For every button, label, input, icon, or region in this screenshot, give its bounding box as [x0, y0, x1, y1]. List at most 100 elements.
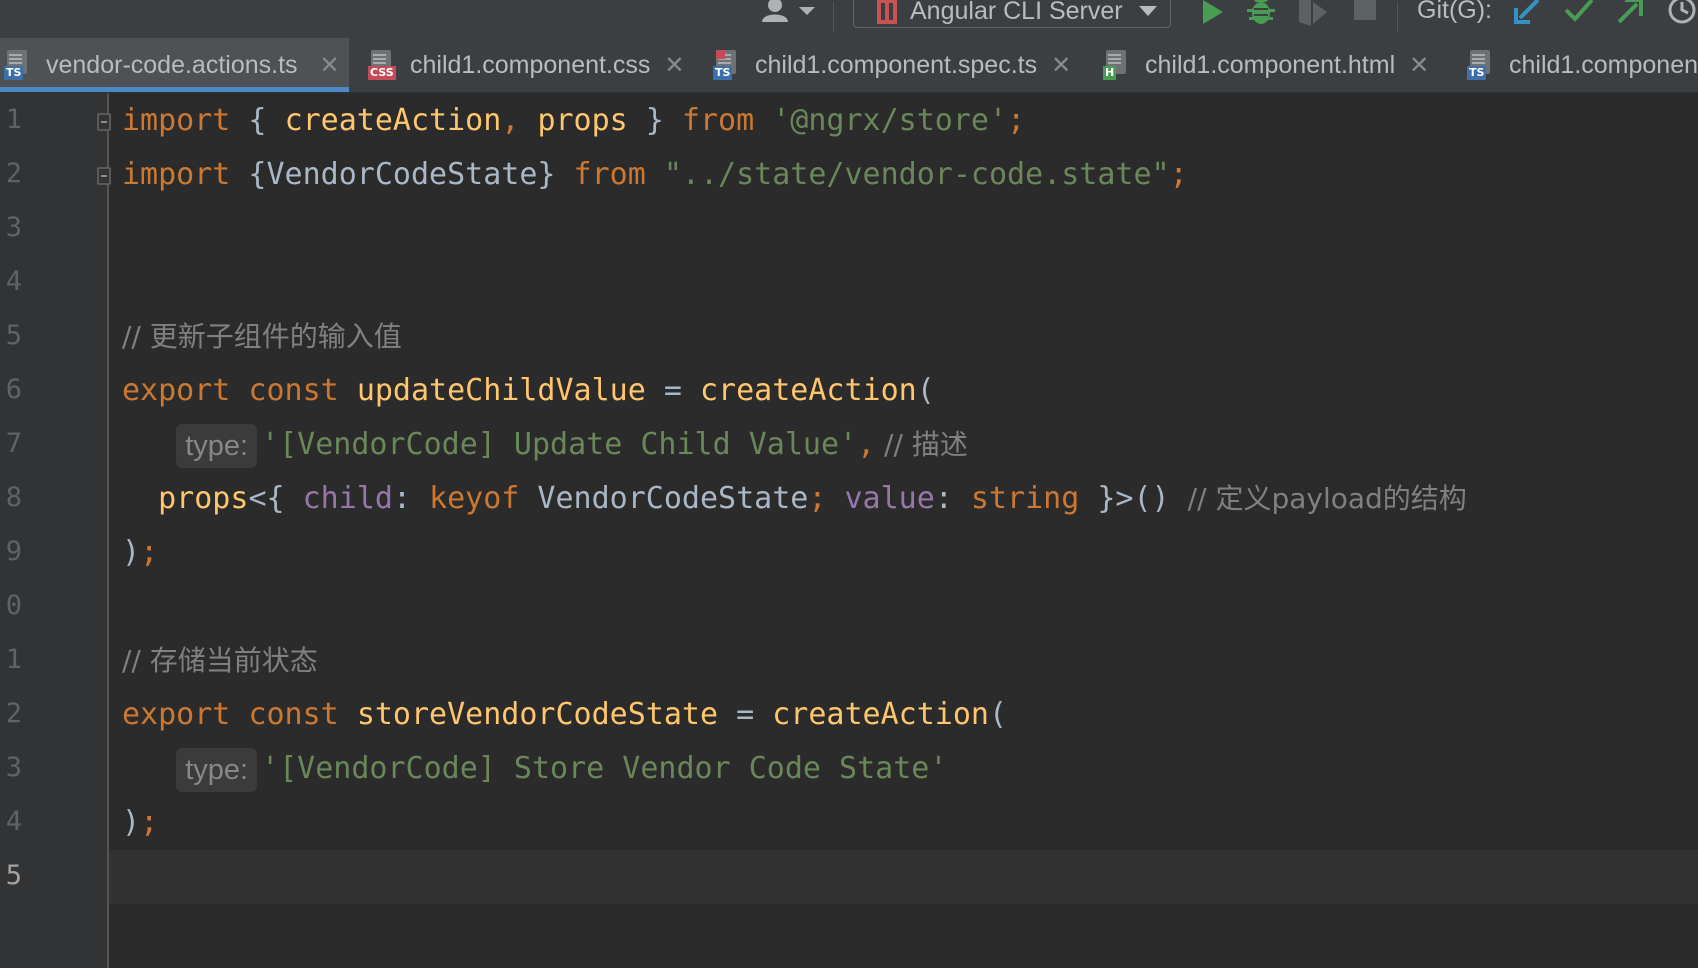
history-icon[interactable] [1666, 0, 1698, 26]
line-number: 3 [5, 212, 22, 243]
toolbar-separator [833, 2, 834, 32]
identifier: createAction [284, 103, 502, 138]
punctuation: ; [1007, 103, 1026, 138]
run-icon[interactable] [1200, 0, 1226, 26]
close-icon[interactable]: ✕ [1051, 51, 1071, 80]
line-number-current: 5 [5, 860, 22, 891]
git-label: Git(G): [1417, 0, 1492, 24]
keyword: import [122, 103, 231, 138]
close-icon[interactable]: ✕ [1409, 51, 1429, 80]
line-number: 9 [5, 536, 22, 567]
code-line-11[interactable]: // 存储当前状态 [122, 634, 318, 688]
identifier: updateChildValue [356, 373, 646, 408]
line-number: 8 [5, 482, 22, 513]
line-number: 3 [5, 752, 22, 783]
code-line-12[interactable]: export const storeVendorCodeState = crea… [122, 688, 1007, 742]
run-config-label: Angular CLI Server [910, 0, 1123, 25]
git-update-icon[interactable] [1514, 0, 1542, 24]
string-literal: '[VendorCode] Store Vendor Code State' [261, 751, 948, 786]
code-line-14[interactable]: ); [122, 796, 158, 850]
punctuation: ; [140, 535, 159, 570]
code-text: ) [122, 805, 141, 840]
toolbar-separator [1397, 2, 1398, 32]
parameter-hint: type: [176, 423, 258, 468]
main-toolbar: Angular CLI Server Git(G): [0, 0, 1698, 38]
code-line-8[interactable]: props<{ child: keyof VendorCodeState; va… [122, 472, 1467, 526]
punctuation: , [501, 103, 520, 138]
tab-child1-component-spec[interactable]: TS child1.component.spec.ts ✕ [709, 38, 1071, 92]
close-icon[interactable]: ✕ [664, 51, 684, 80]
tab-label: child1.componen [1509, 50, 1698, 79]
user-menu-button[interactable] [762, 0, 816, 24]
keyword: from [681, 103, 755, 138]
keyword: string [970, 481, 1080, 516]
code-text: } [627, 103, 682, 138]
tab-child1-component-html[interactable]: H child1.component.html ✕ [1099, 38, 1429, 92]
stop-icon[interactable] [1354, 0, 1376, 20]
close-icon[interactable]: ✕ [320, 51, 340, 80]
tab-child1-component-css[interactable]: CSS child1.component.css ✕ [364, 38, 685, 92]
line-number: 1 [5, 104, 22, 135]
property: value [844, 481, 935, 516]
user-icon [762, 0, 788, 22]
string-literal: "../state/vendor-code.state" [663, 157, 1170, 192]
punctuation: ; [808, 481, 827, 516]
current-line-highlight [109, 850, 1698, 904]
code-line-5[interactable]: // 更新子组件的输入值 [122, 310, 402, 364]
fold-icon[interactable] [97, 113, 111, 131]
git-push-icon[interactable] [1615, 0, 1643, 24]
tab-label: vendor-code.actions.ts [46, 50, 298, 79]
tab-label: child1.component.css [410, 50, 651, 79]
debug-icon[interactable] [1246, 0, 1276, 26]
comment: // 更新子组件的输入值 [122, 320, 402, 353]
line-number: 1 [5, 644, 22, 675]
css-file-icon: CSS [368, 50, 396, 80]
code-line-13[interactable]: type: '[VendorCode] Store Vendor Code Sta… [122, 742, 947, 796]
comment: // 定义payload的结构 [1187, 482, 1467, 515]
fold-icon[interactable] [97, 167, 111, 185]
code-line-9[interactable]: ); [122, 526, 158, 580]
tab-label: child1.component.html [1145, 50, 1396, 79]
identifier: createAction [772, 697, 989, 732]
punctuation: ; [1169, 157, 1188, 192]
keyword: keyof [429, 481, 520, 516]
chevron-down-icon [1138, 6, 1157, 16]
property: child [302, 481, 393, 516]
line-number: 2 [5, 698, 22, 729]
line-number: 4 [5, 266, 22, 297]
code-line-2[interactable]: import {VendorCodeState} from "../state/… [122, 148, 1188, 202]
tab-vendor-code-actions[interactable]: TS vendor-code.actions.ts ✕ [0, 38, 349, 92]
editor-gutter[interactable]: 1 2 3 4 5 6 7 8 9 0 1 2 3 4 5 [0, 93, 109, 968]
keyword: import [122, 157, 231, 192]
code-text: : [934, 481, 971, 516]
code-line-6[interactable]: export const updateChildValue = createAc… [122, 364, 935, 418]
code-line-1[interactable]: import { createAction, props } from '@ng… [122, 94, 1025, 148]
angular-config-icon [876, 0, 897, 24]
line-number: 0 [5, 590, 22, 621]
html-file-icon: H [1103, 50, 1131, 80]
typescript-file-icon: TS [1467, 50, 1495, 80]
line-number: 4 [5, 806, 22, 837]
typescript-file-icon: TS [4, 50, 32, 80]
identifier: props [537, 103, 628, 138]
line-number: 7 [5, 428, 22, 459]
run-configuration-select[interactable]: Angular CLI Server [853, 0, 1171, 28]
run-with-coverage-icon[interactable] [1297, 0, 1329, 26]
editor-tab-bar: TS vendor-code.actions.ts ✕ CSS child1.c… [0, 38, 1698, 93]
tab-label: child1.component.spec.ts [755, 50, 1038, 79]
comment: // 存储当前状态 [122, 644, 318, 677]
string-literal: '@ngrx/store' [772, 103, 1008, 138]
code-line-7[interactable]: type: '[VendorCode] Update Child Value', … [122, 418, 968, 472]
identifier: storeVendorCodeState [356, 697, 719, 732]
identifier: createAction [699, 373, 917, 408]
keyword: from [573, 157, 646, 192]
line-number: 5 [5, 320, 22, 351]
tab-child1-component-ts[interactable]: TS child1.componen [1463, 38, 1698, 92]
git-commit-icon[interactable] [1564, 0, 1594, 22]
punctuation: , [857, 427, 876, 462]
